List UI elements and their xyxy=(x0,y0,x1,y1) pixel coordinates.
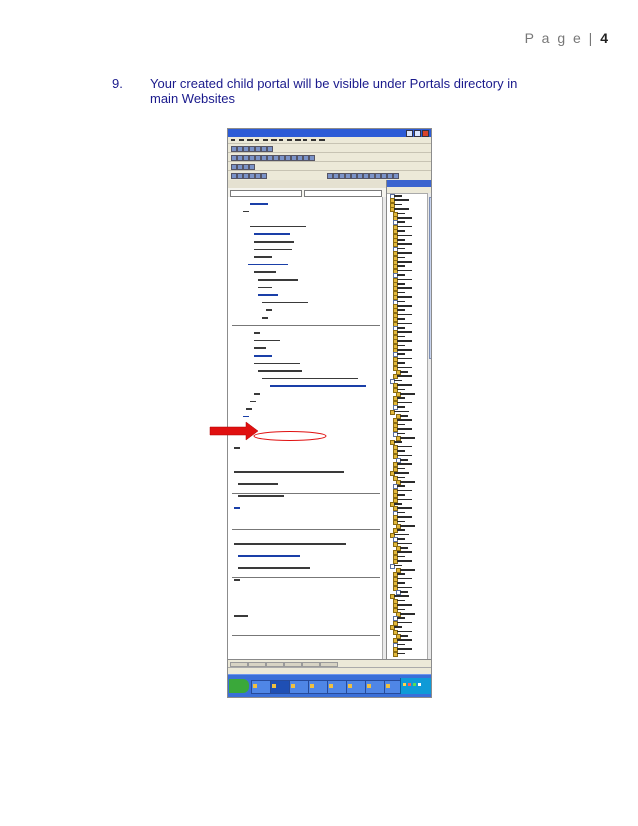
red-arrow-icon xyxy=(209,421,259,441)
highlight-ellipse xyxy=(253,431,327,441)
annotation-overlay xyxy=(209,421,327,441)
